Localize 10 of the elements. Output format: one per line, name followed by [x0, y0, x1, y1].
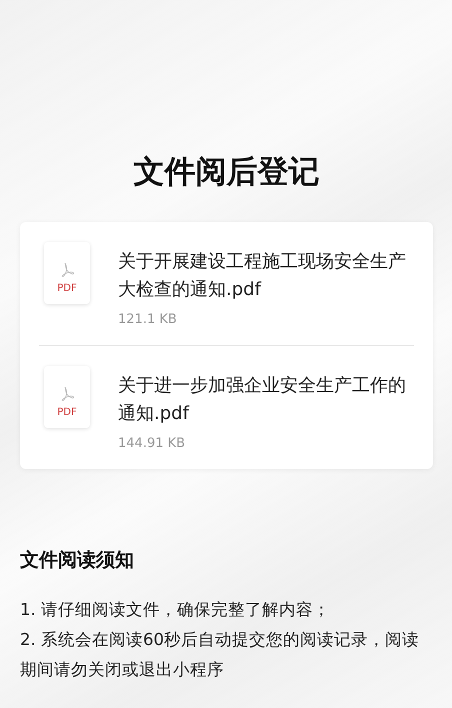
pdf-file-icon: PDF [44, 366, 90, 428]
notice-item: 2. 系统会在阅读60秒后自动提交您的阅读记录，阅读期间请勿关闭或退出小程序 [20, 629, 420, 681]
file-name[interactable]: 关于进一步加强企业安全生产工作的通知.pdf [118, 372, 414, 428]
file-size: 121.1 KB [118, 312, 178, 327]
notice-item: 1. 请仔细阅读文件，确保完整了解内容； [20, 599, 331, 621]
pdf-file-icon: PDF [44, 242, 90, 304]
notice-heading: 文件阅读须知 [20, 548, 135, 573]
file-name[interactable]: 关于开展建设工程施工现场安全生产大检查的通知.pdf [118, 248, 414, 304]
page-title: 文件阅后登记 [132, 153, 320, 192]
file-size: 144.91 KB [118, 436, 186, 451]
